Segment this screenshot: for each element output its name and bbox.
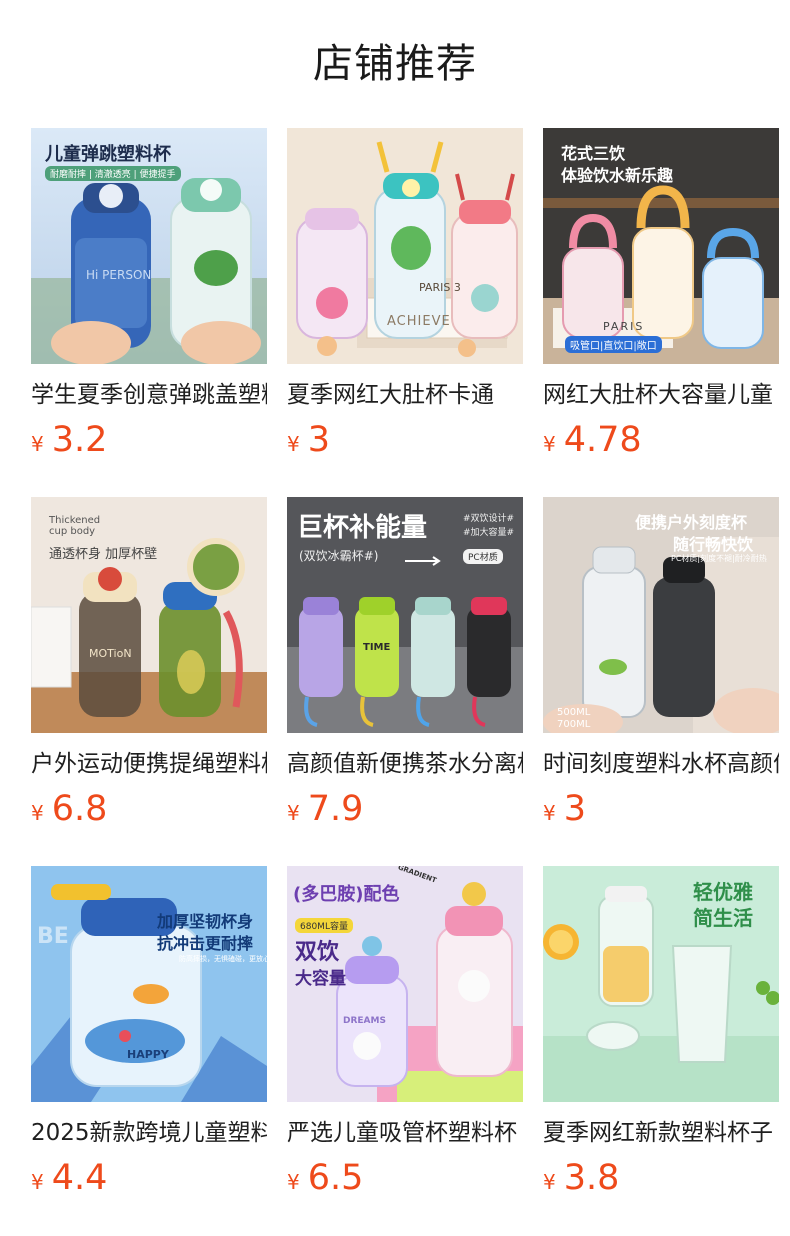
product-name[interactable]: 2025新款跨境儿童塑料杯: [31, 1116, 267, 1150]
currency-symbol: ¥: [543, 1170, 556, 1194]
product-price: ¥4.4: [31, 1156, 267, 1200]
product-card[interactable]: 轻优雅 简生活 夏季网红新款塑料杯子 ¥3.8: [543, 866, 779, 1200]
product-name[interactable]: 户外运动便携提绳塑料杯: [31, 747, 267, 781]
image-sub: 防高摔损，无惧磕碰，更放心!: [179, 955, 267, 963]
product-card[interactable]: Thickened cup body 通透杯身 加厚杯壁 MOTioN 户外运动…: [31, 497, 267, 831]
capacity-500: 500ML: [557, 707, 591, 718]
product-price: ¥3.2: [31, 418, 267, 462]
image-headline-1: 加厚坚韧杯身: [157, 912, 254, 931]
material-pill: PC材质: [463, 549, 503, 564]
product-image[interactable]: 儿童弹跳塑料杯 耐磨耐摔 | 清澈透亮 | 便捷提手 Hi PERSON: [31, 128, 267, 364]
currency-symbol: ¥: [287, 432, 300, 456]
image-headline-2: 简生活: [693, 906, 753, 930]
product-price: ¥3: [543, 787, 779, 831]
bottle-print: HAPPY: [127, 1048, 169, 1061]
product-price: ¥6.8: [31, 787, 267, 831]
product-image[interactable]: Thickened cup body 通透杯身 加厚杯壁 MOTioN: [31, 497, 267, 733]
product-card[interactable]: 花式三饮 体验饮水新乐趣 PARIS 吸管口|直饮口|敞口 网红大肚杯大容量儿童…: [543, 128, 779, 462]
price-value: 6.5: [307, 1158, 364, 1198]
image-line-2: 大容量: [295, 969, 346, 989]
price-value: 7.9: [307, 789, 364, 829]
product-card[interactable]: 巨杯补能量 (双饮冰霸杯#) #双饮设计# #加大容量# PC材质 TIME 高…: [287, 497, 523, 831]
bottle-print: DREAMS: [343, 1016, 386, 1026]
price-value: 3.2: [51, 420, 108, 460]
image-headline-2: 体验饮水新乐趣: [561, 166, 674, 185]
image-headline: 通透杯身 加厚杯壁: [49, 547, 158, 562]
image-tag-1: #双饮设计#: [463, 514, 515, 524]
product-price: ¥6.5: [287, 1156, 523, 1200]
product-image[interactable]: PARIS 3 ACHIEVE: [287, 128, 523, 364]
currency-symbol: ¥: [31, 1170, 44, 1194]
product-card[interactable]: 便携户外刻度杯 随行畅快饮 PC材质|刻度不褪|耐冷耐热 500ML 700ML…: [543, 497, 779, 831]
bg-print: BE: [37, 924, 69, 949]
book-print: PARIS: [603, 320, 645, 333]
product-card[interactable]: PARIS 3 ACHIEVE 夏季网红大肚杯卡通 ¥3: [287, 128, 523, 462]
product-image[interactable]: 便携户外刻度杯 随行畅快饮 PC材质|刻度不褪|耐冷耐热 500ML 700ML: [543, 497, 779, 733]
currency-symbol: ¥: [543, 801, 556, 825]
price-value: 6.8: [51, 789, 108, 829]
image-line-1: 双饮: [295, 940, 340, 965]
image-headline-1: 便携户外刻度杯: [635, 513, 748, 532]
capacity-pill: 680ML容量: [295, 918, 353, 933]
product-name[interactable]: 夏季网红大肚杯卡通: [287, 378, 523, 412]
image-sub: PC材质|刻度不褪|耐冷耐热: [671, 554, 767, 563]
product-image[interactable]: 花式三饮 体验饮水新乐趣 PARIS 吸管口|直饮口|敞口: [543, 128, 779, 364]
product-price: ¥4.78: [543, 418, 779, 462]
capacity-700: 700ML: [557, 719, 591, 730]
image-headline-1: 花式三饮: [561, 144, 626, 163]
image-feature-pill: 耐磨耐摔 | 清澈透亮 | 便捷提手: [45, 166, 181, 181]
currency-symbol: ¥: [31, 801, 44, 825]
currency-symbol: ¥: [31, 432, 44, 456]
price-value: 3: [563, 789, 587, 829]
price-value: 3.8: [563, 1158, 620, 1198]
image-headline: 儿童弹跳塑料杯: [45, 144, 171, 165]
product-name[interactable]: 严选儿童吸管杯塑料杯: [287, 1116, 523, 1150]
product-image[interactable]: 巨杯补能量 (双饮冰霸杯#) #双饮设计# #加大容量# PC材质 TIME: [287, 497, 523, 733]
price-value: 4.78: [563, 420, 642, 460]
product-price: ¥7.9: [287, 787, 523, 831]
product-price: ¥3: [287, 418, 523, 462]
product-price: ¥3.8: [543, 1156, 779, 1200]
product-image[interactable]: BE 加厚坚韧杯身 抗冲击更耐摔 防高摔损，无惧磕碰，更放心! HAPPY: [31, 866, 267, 1102]
image-en-1: Thickened: [49, 515, 101, 526]
price-value: 4.4: [51, 1158, 108, 1198]
bottle-print: MOTioN: [89, 647, 132, 660]
product-grid: 儿童弹跳塑料杯 耐磨耐摔 | 清澈透亮 | 便捷提手 Hi PERSON 学生夏…: [0, 0, 790, 1236]
product-card[interactable]: BE 加厚坚韧杯身 抗冲击更耐摔 防高摔损，无惧磕碰，更放心! HAPPY 20…: [31, 866, 267, 1200]
product-name[interactable]: 学生夏季创意弹跳盖塑料杯: [31, 378, 267, 412]
image-tag: 吸管口|直饮口|敞口: [565, 336, 662, 353]
sign-print: PARIS 3: [419, 281, 461, 294]
product-name[interactable]: 时间刻度塑料水杯高颜值: [543, 747, 779, 781]
bottle-print: Hi PERSON: [86, 268, 152, 282]
currency-symbol: ¥: [543, 432, 556, 456]
product-name[interactable]: 夏季网红新款塑料杯子: [543, 1116, 779, 1150]
bottle-print: TIME: [363, 642, 391, 653]
image-en-2: cup body: [49, 526, 96, 537]
product-image[interactable]: 轻优雅 简生活: [543, 866, 779, 1102]
price-value: 3: [307, 420, 331, 460]
product-card[interactable]: 儿童弹跳塑料杯 耐磨耐摔 | 清澈透亮 | 便捷提手 Hi PERSON 学生夏…: [31, 128, 267, 462]
image-sub: (双饮冰霸杯#): [299, 549, 379, 563]
currency-symbol: ¥: [287, 1170, 300, 1194]
book-print: ACHIEVE: [387, 314, 451, 329]
image-headline-2: 抗冲击更耐摔: [157, 934, 254, 953]
product-card[interactable]: (多巴胺)配色 GRADIENT 680ML容量 双饮 大容量 DREAMS 严…: [287, 866, 523, 1200]
currency-symbol: ¥: [287, 801, 300, 825]
image-headline: 巨杯补能量: [297, 513, 428, 543]
product-name[interactable]: 网红大肚杯大容量儿童: [543, 378, 779, 412]
image-headline-1: 轻优雅: [693, 880, 753, 904]
product-image[interactable]: (多巴胺)配色 GRADIENT 680ML容量 双饮 大容量 DREAMS: [287, 866, 523, 1102]
image-tag-2: #加大容量#: [463, 528, 515, 538]
product-name[interactable]: 高颜值新便携茶水分离杯: [287, 747, 523, 781]
image-headline: (多巴胺)配色: [293, 884, 400, 905]
image-headline-2: 随行畅快饮: [673, 535, 754, 554]
